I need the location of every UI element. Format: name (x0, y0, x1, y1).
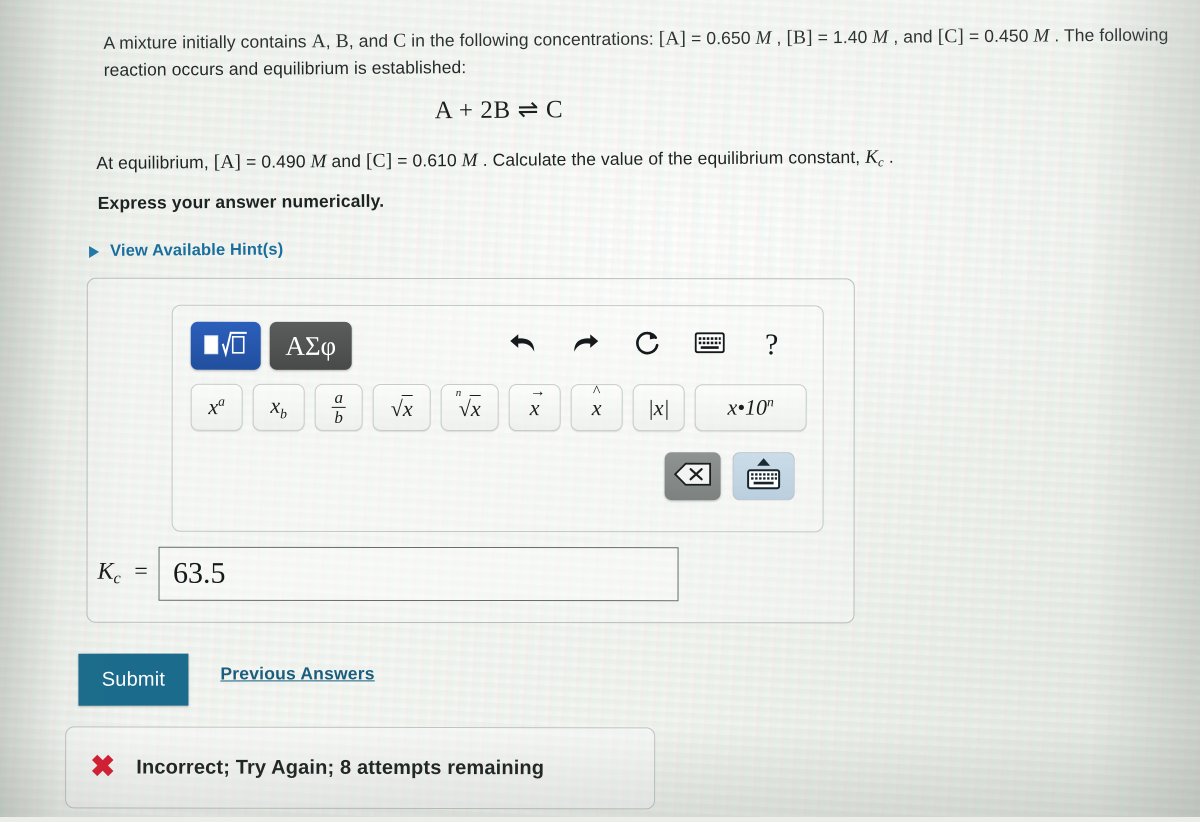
feedback-message: Incorrect; Try Again; 8 attempts remaini… (136, 756, 545, 779)
symbol-square-root-label: √x (390, 394, 413, 421)
answer-input[interactable]: 63.5 (158, 546, 680, 602)
keyboard-toggle-button[interactable] (732, 452, 795, 501)
symbol-square-root-button[interactable]: √x (372, 383, 431, 431)
feedback-banner: ✖ Incorrect; Try Again; 8 attempts remai… (65, 726, 656, 810)
symbol-nth-root-button[interactable]: n √x (440, 383, 499, 432)
question-mark-icon: ? (765, 328, 779, 362)
greek-letters-button[interactable]: ΑΣφ (269, 321, 352, 370)
undo-button[interactable] (500, 322, 546, 368)
greek-letters-label: ΑΣφ (285, 330, 337, 361)
undo-arrow-icon (509, 330, 537, 361)
math-symbol-palette: ΑΣφ ? xa xb a b √x n √x → x ^ x |x| x•10… (171, 304, 824, 533)
symbol-power-button[interactable]: xa (190, 383, 243, 431)
answer-instruction: Express your answer numerically. (97, 190, 385, 213)
submit-button[interactable]: Submit (78, 653, 189, 706)
keyboard-icon (694, 332, 725, 358)
symbol-hat-button[interactable]: ^ x (570, 382, 623, 432)
keyboard-up-icon (746, 457, 782, 496)
view-hints-toggle[interactable]: View Available Hint(s) (89, 240, 283, 261)
formula-template-button[interactable] (190, 321, 261, 370)
symbol-fraction-button[interactable]: ab (314, 383, 363, 431)
backspace-button[interactable] (664, 452, 721, 501)
view-hints-label: View Available Hint(s) (109, 240, 284, 260)
keyboard-button[interactable] (687, 322, 733, 368)
symbol-fraction-label: ab (331, 388, 346, 427)
symbol-nth-root-label: n √x (455, 387, 481, 422)
problem-statement-line2: At equilibrium, [A] = 0.490 M and [C] = … (96, 146, 894, 174)
symbol-vector-label: → x (529, 382, 546, 420)
symbol-power-label: xa (208, 394, 225, 420)
answer-label: Kc = (97, 558, 150, 588)
redo-arrow-icon (572, 330, 600, 361)
symbol-absolute-value-label: |x| (647, 394, 670, 420)
symbol-scientific-notation-button[interactable]: x•10n (694, 384, 807, 432)
answer-row: Kc = 63.5 (97, 546, 680, 602)
redo-button[interactable] (563, 322, 609, 368)
answer-panel: ΑΣφ ? xa xb a b √x n √x → x ^ x |x| x•10… (86, 277, 855, 624)
reset-button[interactable] (625, 322, 671, 368)
submit-label: Submit (101, 668, 166, 691)
reset-circular-arrow-icon (634, 329, 662, 362)
problem-statement-line1: A mixture initially contains A, B, and C… (103, 24, 1169, 80)
triangle-right-icon (89, 245, 100, 258)
backspace-icon (673, 462, 712, 491)
answer-value: 63.5 (172, 556, 226, 590)
reaction-equation: A + 2B ⇌ C (434, 96, 564, 125)
help-button[interactable]: ? (749, 322, 795, 368)
symbol-hat-label: ^ x (591, 382, 602, 420)
red-x-icon: ✖ (90, 750, 116, 784)
problem-page: A mixture initially contains A, B, and C… (0, 0, 1200, 822)
previous-answers-link[interactable]: Previous Answers (220, 663, 374, 684)
formula-template-icon (203, 329, 249, 362)
symbol-subscript-button[interactable]: xb (252, 383, 305, 431)
previous-answers-label: Previous Answers (220, 663, 375, 684)
symbol-vector-button[interactable]: → x (508, 382, 561, 432)
symbol-subscript-label: xb (270, 392, 287, 422)
symbol-absolute-value-button[interactable]: |x| (632, 384, 685, 432)
symbol-scientific-notation-label: x•10n (727, 394, 774, 420)
